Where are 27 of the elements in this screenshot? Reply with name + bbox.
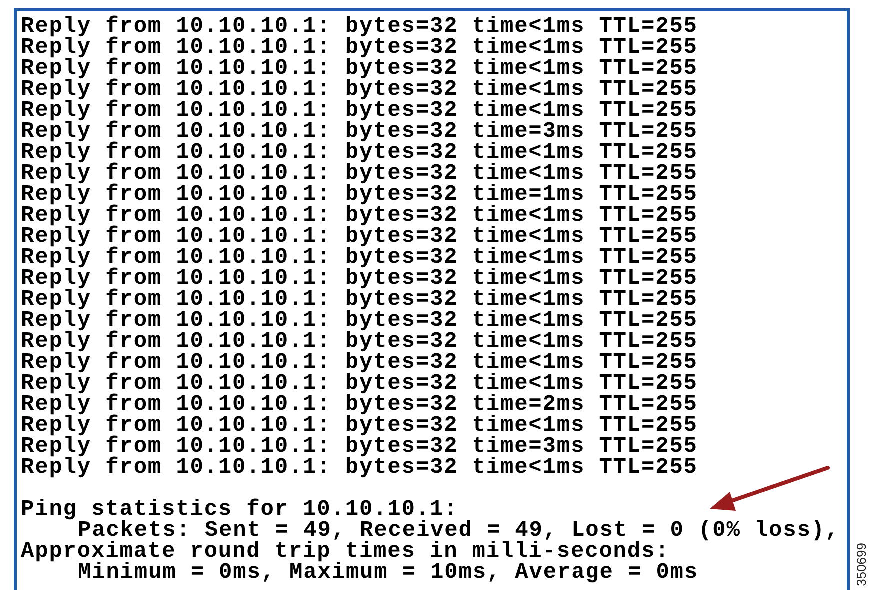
reply-line: Reply from 10.10.10.1: bytes=32 time<1ms TTL=255: [21, 226, 698, 247]
reply-line: Reply from 10.10.10.1: bytes=32 time=3ms TTL=255: [21, 436, 698, 457]
statistics-heading: Ping statistics for 10.10.10.1:: [21, 499, 458, 520]
reply-line: Reply from 10.10.10.1: bytes=32 time=2ms TTL=255: [21, 394, 698, 415]
reply-line: Reply from 10.10.10.1: bytes=32 time<1ms TTL=255: [21, 457, 698, 478]
statistics-line: Minimum = 0ms, Maximum = 10ms, Average = 0ms: [78, 562, 698, 583]
reply-line: Reply from 10.10.10.1: bytes=32 time=1ms TTL=255: [21, 184, 698, 205]
reply-line: Reply from 10.10.10.1: bytes=32 time<1ms TTL=255: [21, 310, 698, 331]
reply-line: Reply from 10.10.10.1: bytes=32 time<1ms TTL=255: [21, 331, 698, 352]
reply-line: Reply from 10.10.10.1: bytes=32 time<1ms TTL=255: [21, 247, 698, 268]
reply-line: Reply from 10.10.10.1: bytes=32 time<1ms TTL=255: [21, 163, 698, 184]
reply-line: Reply from 10.10.10.1: bytes=32 time<1ms TTL=255: [21, 58, 698, 79]
statistics-line: Packets: Sent = 49, Received = 49, Lost = 0 (0% loss),: [78, 520, 840, 541]
reply-line: Reply from 10.10.10.1: bytes=32 time<1ms TTL=255: [21, 373, 698, 394]
figure-number: 350699: [852, 542, 870, 586]
reply-line: Reply from 10.10.10.1: bytes=32 time<1ms TTL=255: [21, 352, 698, 373]
reply-line: Reply from 10.10.10.1: bytes=32 time<1ms TTL=255: [21, 415, 698, 436]
reply-line: Reply from 10.10.10.1: bytes=32 time<1ms TTL=255: [21, 268, 698, 289]
reply-line: Reply from 10.10.10.1: bytes=32 time<1ms TTL=255: [21, 79, 698, 100]
reply-line: Reply from 10.10.10.1: bytes=32 time<1ms TTL=255: [21, 142, 698, 163]
reply-line: Reply from 10.10.10.1: bytes=32 time<1ms TTL=255: [21, 205, 698, 226]
reply-line: Reply from 10.10.10.1: bytes=32 time=3ms TTL=255: [21, 121, 698, 142]
statistics-heading: Approximate round trip times in milli-seconds:: [21, 541, 670, 562]
reply-line: Reply from 10.10.10.1: bytes=32 time<1ms TTL=255: [21, 16, 698, 37]
reply-line: Reply from 10.10.10.1: bytes=32 time<1ms TTL=255: [21, 100, 698, 121]
reply-line: Reply from 10.10.10.1: bytes=32 time<1ms TTL=255: [21, 289, 698, 310]
reply-line: Reply from 10.10.10.1: bytes=32 time<1ms TTL=255: [21, 37, 698, 58]
